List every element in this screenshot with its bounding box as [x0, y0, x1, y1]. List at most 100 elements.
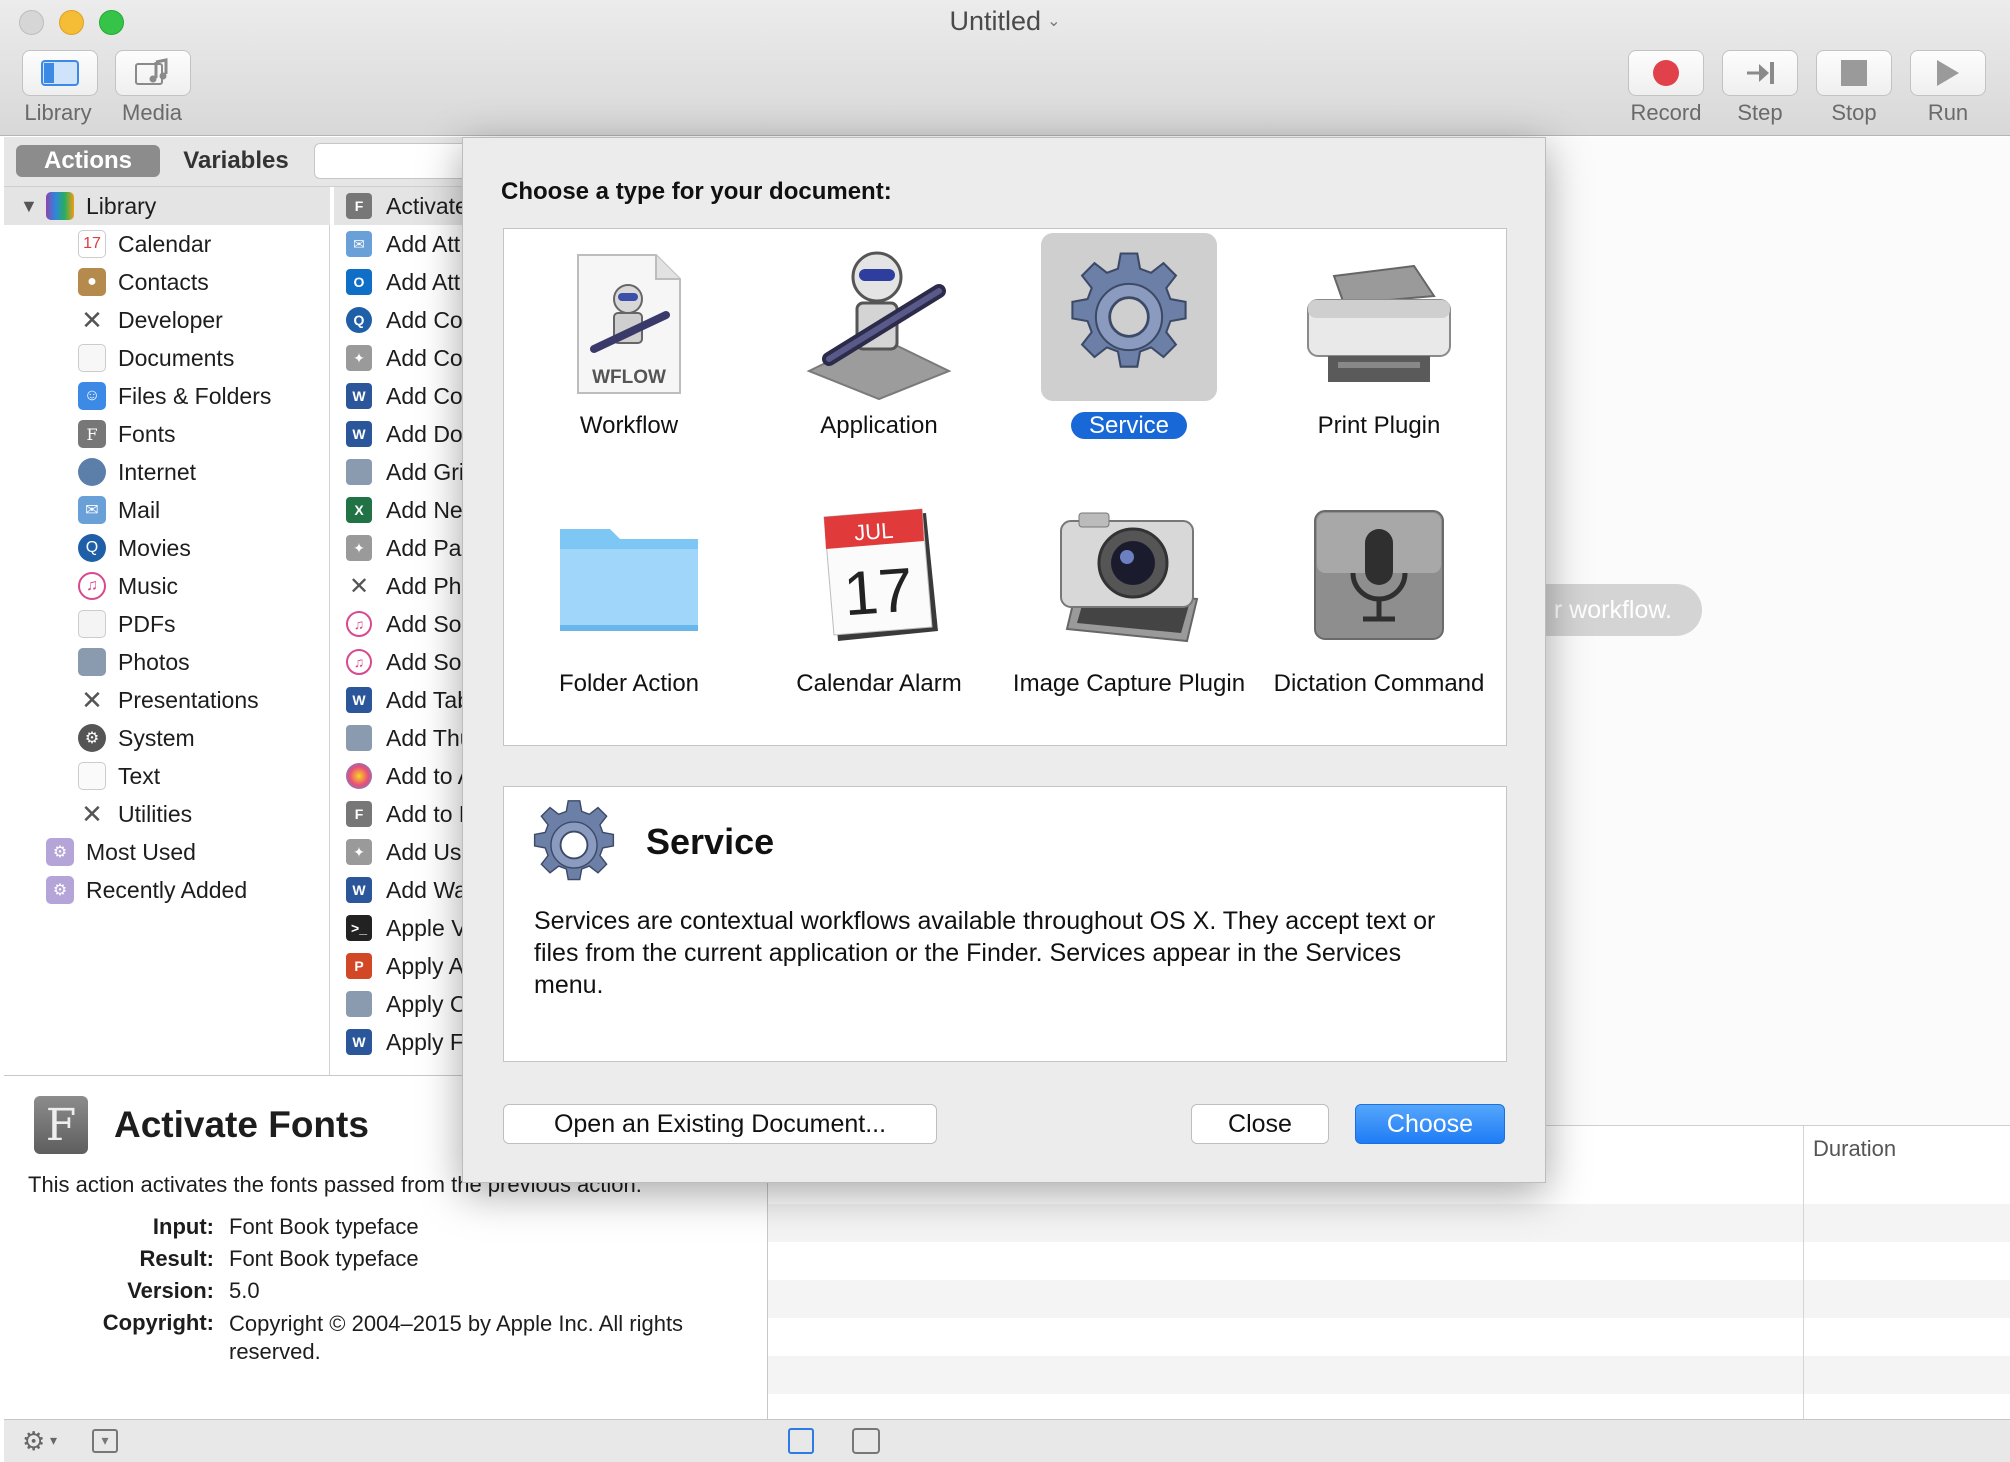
sidebar-item-presentations[interactable]: ✕ Presentations	[4, 681, 330, 719]
actions-list: F Activate ✉ Add Att O Add Att Q Add Col ✦ Ad…	[334, 187, 474, 1075]
preview-icon	[346, 991, 372, 1017]
list-item[interactable]: ✉ Add Att	[334, 225, 474, 263]
document-type-sheet: Choose a type for your document: WFLOW W…	[462, 137, 1546, 1183]
window-title[interactable]: Untitled ⌄	[0, 6, 2010, 37]
sidebar-item-label: Documents	[118, 344, 235, 371]
library-root-item[interactable]: ▼ Library	[4, 187, 330, 225]
sidebar-item-music[interactable]: ♫ Music	[4, 567, 330, 605]
split-view-icon[interactable]	[852, 1428, 880, 1454]
sidebar-item-recently-added[interactable]: ⚙ Recently Added	[4, 871, 330, 909]
type-label-text: Workflow	[579, 412, 679, 439]
list-item[interactable]: W Add Tab	[334, 681, 474, 719]
type-dictation-command[interactable]: Dictation Command	[1254, 487, 1504, 737]
list-item[interactable]: O Add Att	[334, 263, 474, 301]
font-book-icon: F	[346, 801, 372, 827]
photos-icon	[78, 648, 106, 676]
list-item[interactable]: W Apply F	[334, 1023, 474, 1061]
gear-icon[interactable]: ⚙	[22, 1426, 45, 1457]
tab-variables[interactable]: Variables	[164, 145, 308, 177]
list-item[interactable]: W Add Doc	[334, 415, 474, 453]
play-icon	[1937, 60, 1959, 86]
calendar-month: JUL	[853, 518, 894, 546]
type-calendar-alarm[interactable]: JUL 17 Calendar Alarm	[754, 487, 1004, 737]
sidebar-item-pdfs[interactable]: PDFs	[4, 605, 330, 643]
run-button[interactable]	[1910, 50, 1986, 96]
sidebar-icon	[41, 60, 79, 86]
sidebar-item-label: Movies	[118, 534, 191, 561]
globe-icon	[78, 458, 106, 486]
action-label: Apply C	[386, 990, 467, 1017]
tools-icon: ✕	[78, 685, 106, 715]
sidebar-item-documents[interactable]: Documents	[4, 339, 330, 377]
sidebar-item-fonts[interactable]: F Fonts	[4, 415, 330, 453]
list-item[interactable]: ✕ Add Pho	[334, 567, 474, 605]
font-book-icon: F	[346, 193, 372, 219]
pdf-icon	[78, 610, 106, 638]
action-label: Apply A	[386, 952, 464, 979]
sidebar-item-utilities[interactable]: ✕ Utilities	[4, 795, 330, 833]
column-divider[interactable]	[1803, 1126, 1804, 1420]
description-toggle-button[interactable]: ▾	[92, 1429, 118, 1453]
close-button[interactable]: Close	[1191, 1104, 1329, 1144]
step-button[interactable]	[1722, 50, 1798, 96]
list-item[interactable]: X Add Ne	[334, 491, 474, 529]
choose-button[interactable]: Choose	[1355, 1104, 1505, 1144]
action-label: Add Col	[386, 306, 468, 333]
list-item[interactable]: ♫ Add Sor	[334, 643, 474, 681]
sidebar-item-movies[interactable]: Q Movies	[4, 529, 330, 567]
disclosure-triangle-icon[interactable]: ▼	[20, 196, 38, 217]
sidebar-item-mail[interactable]: ✉ Mail	[4, 491, 330, 529]
type-label: Service	[1004, 411, 1254, 441]
duration-column-header[interactable]: Duration	[1813, 1136, 1896, 1162]
action-label: Add to A	[386, 762, 473, 789]
type-workflow[interactable]: WFLOW Workflow	[504, 229, 754, 479]
sidebar-item-label: Contacts	[118, 268, 209, 295]
type-application[interactable]: Application	[754, 229, 1004, 479]
media-button[interactable]	[115, 50, 191, 96]
sidebar-item-calendar[interactable]: 17 Calendar	[4, 225, 330, 263]
type-service[interactable]: Service	[1004, 229, 1254, 479]
list-item[interactable]: Apply C	[334, 985, 474, 1023]
list-item[interactable]: >_ Apple V	[334, 909, 474, 947]
sidebar-item-internet[interactable]: Internet	[4, 453, 330, 491]
list-item[interactable]: W Add Co	[334, 377, 474, 415]
table-row	[768, 1242, 2010, 1280]
sidebar-item-system[interactable]: ⚙ System	[4, 719, 330, 757]
list-item[interactable]: Add to A	[334, 757, 474, 795]
sidebar-item-contacts[interactable]: ● Contacts	[4, 263, 330, 301]
sidebar-item-text[interactable]: Text	[4, 757, 330, 795]
list-item[interactable]: W Add Wa	[334, 871, 474, 909]
type-folder-action[interactable]: Folder Action	[504, 487, 754, 737]
type-image-capture-plugin[interactable]: Image Capture Plugin	[1004, 487, 1254, 737]
sidebar-item-most-used[interactable]: ⚙ Most Used	[4, 833, 330, 871]
list-item[interactable]: ♫ Add Sor	[334, 605, 474, 643]
list-item[interactable]: F Add to F	[334, 795, 474, 833]
library-toggle-button[interactable]	[22, 50, 98, 96]
stop-button[interactable]	[1816, 50, 1892, 96]
list-view-icon[interactable]	[788, 1428, 814, 1454]
sidebar-item-developer[interactable]: ✕ Developer	[4, 301, 330, 339]
tab-actions[interactable]: Actions	[16, 145, 160, 177]
list-item[interactable]: Add Thu	[334, 719, 474, 757]
smart-folder-icon: ⚙	[46, 838, 74, 866]
word-icon: W	[346, 383, 372, 409]
open-existing-document-button[interactable]: Open an Existing Document...	[503, 1104, 937, 1144]
type-detail-panel: Service Services are contextual workflow…	[503, 786, 1507, 1062]
list-item[interactable]: F Activate	[334, 187, 474, 225]
type-label: Application	[754, 411, 1004, 441]
action-label: Add Ne	[386, 496, 463, 523]
list-item[interactable]: Q Add Col	[334, 301, 474, 339]
search-input[interactable]	[314, 143, 474, 179]
list-item[interactable]: ✦ Add Pac	[334, 529, 474, 567]
printer-icon	[1291, 237, 1467, 405]
list-item[interactable]: Add Gri	[334, 453, 474, 491]
type-label: Workflow	[504, 411, 754, 441]
list-item[interactable]: ✦ Add Use	[334, 833, 474, 871]
sidebar-item-files-folders[interactable]: ☺ Files & Folders	[4, 377, 330, 415]
record-button[interactable]	[1628, 50, 1704, 96]
sidebar-item-photos[interactable]: Photos	[4, 643, 330, 681]
window-toolbar: Untitled ⌄ Library Media Record Step Stop…	[0, 0, 2010, 136]
list-item[interactable]: P Apply A	[334, 947, 474, 985]
list-item[interactable]: ✦ Add Co	[334, 339, 474, 377]
type-print-plugin[interactable]: Print Plugin	[1254, 229, 1504, 479]
